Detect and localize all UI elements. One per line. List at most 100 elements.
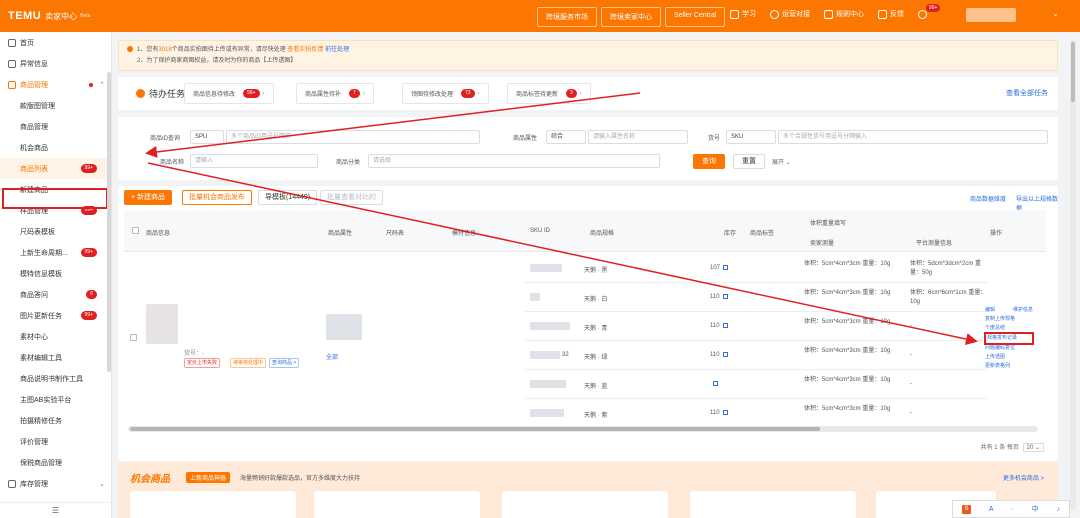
- scrollbar-thumb[interactable]: [1071, 42, 1075, 102]
- nav-ops-contact[interactable]: 运营对接: [770, 9, 810, 19]
- ime-item[interactable]: ♪: [1057, 506, 1061, 513]
- template-button[interactable]: 导模板(14449): [258, 190, 318, 205]
- maintain-info-link[interactable]: 维护信息: [1013, 306, 1033, 313]
- user-account[interactable]: [966, 8, 1016, 22]
- nav-learn[interactable]: 学习: [730, 9, 756, 19]
- edit-link[interactable]: 编辑: [985, 306, 995, 313]
- count-badge: 73: [461, 89, 475, 98]
- todo-card[interactable]: 商品信息待修改 99+ ›: [184, 83, 274, 104]
- sidebar-item-style-board[interactable]: 款版图管理: [0, 95, 111, 116]
- sidebar-group-inventory[interactable]: 库存管理 ⌄: [0, 473, 111, 494]
- todo-card[interactable]: 商品属性待补 7 ›: [296, 83, 374, 104]
- todo-card[interactable]: 商品标签待更新 3 ›: [507, 83, 591, 104]
- sidebar-item-goods-manage[interactable]: 商品管理: [0, 116, 111, 137]
- collapse-menu-button[interactable]: ☰: [0, 502, 111, 518]
- sidebar-group-goods[interactable]: 商品管理 ⌃: [0, 74, 111, 95]
- sidebar-item-retouch[interactable]: 拍摄精修任务: [0, 410, 111, 431]
- sku-stock[interactable]: 110: [710, 323, 728, 329]
- sku-spec: 天鹅 · 青: [584, 326, 608, 332]
- ime-item[interactable]: 中: [1032, 504, 1039, 514]
- nav-seller-central[interactable]: Seller Central: [665, 7, 726, 27]
- opportunity-card[interactable]: [502, 491, 668, 518]
- page-scrollbar[interactable]: [1070, 40, 1076, 510]
- attr-select[interactable]: 综合: [546, 130, 586, 144]
- sidebar-item-material-center[interactable]: 素材中心: [0, 326, 111, 347]
- batch-compare-button[interactable]: 批量查看对比的: [320, 190, 383, 205]
- nav-cross-border-seller[interactable]: 跨境卖家中心: [601, 7, 661, 27]
- product-image[interactable]: [146, 304, 178, 344]
- sku-select[interactable]: SKU: [726, 130, 776, 144]
- sidebar-item-model-template[interactable]: 模特信息模板: [0, 263, 111, 284]
- temu-logo[interactable]: TEMU: [8, 10, 41, 22]
- view-all-tasks-link[interactable]: 查看全部任务: [1006, 88, 1048, 98]
- table-row: 天鹅 · 蓝 体积：5cm*4cm*3cm 重量：10g -: [524, 370, 988, 399]
- edit-icon: [723, 265, 729, 270]
- query-button[interactable]: 查询: [693, 154, 725, 169]
- sidebar-item-material-editor[interactable]: 素材编辑工具: [0, 347, 111, 368]
- row-checkbox[interactable]: [130, 334, 137, 341]
- select-all-checkbox[interactable]: [132, 227, 139, 234]
- sidebar-item-bonded[interactable]: 保税商品管理: [0, 452, 111, 473]
- nav-rules-center[interactable]: 规则中心: [824, 9, 864, 19]
- th-spec: 商品规格: [590, 231, 615, 237]
- sku-stock[interactable]: 107: [710, 265, 729, 271]
- category-select[interactable]: 请选择: [368, 154, 660, 168]
- sidebar-item-manual-tool[interactable]: 商品说明书制作工具: [0, 368, 111, 389]
- sku-stock[interactable]: [710, 381, 718, 387]
- view-feedback-link[interactable]: 查看实拍反馈: [287, 47, 323, 53]
- query-goods-link[interactable]: 查询商品 >: [269, 358, 300, 368]
- sidebar-item-lifecycle[interactable]: 上新生命周期... 99+: [0, 242, 111, 263]
- sidebar-item-image-update[interactable]: 图片更新任务 99+: [0, 305, 111, 326]
- table-header: 商品信息 商品属性 尺码表 模特信息 SKU ID 商品规格 库存 商品标签 体…: [124, 210, 1046, 252]
- scrollbar-thumb[interactable]: [130, 427, 820, 431]
- sku-input[interactable]: 多个合规性货号用逗号分隔输入: [778, 130, 1048, 144]
- attr-all-link[interactable]: 全部: [326, 352, 338, 361]
- new-goods-button[interactable]: + 新建商品: [124, 190, 173, 205]
- attr-input[interactable]: 请输入属性名称: [588, 130, 688, 144]
- sku-stock[interactable]: 110: [710, 294, 728, 300]
- sidebar-item-opportunity[interactable]: 机会商品: [0, 137, 111, 158]
- opportunity-card[interactable]: [314, 491, 480, 518]
- goods-name-input[interactable]: 请输入: [190, 154, 318, 168]
- sidebar-item-ab-test[interactable]: 主图AB实验平台: [0, 389, 111, 410]
- nav-feedback[interactable]: 反馈: [878, 9, 904, 19]
- copy-upload-link[interactable]: 复制上传规格: [985, 315, 1015, 322]
- bell-icon: [918, 9, 927, 19]
- chevron-down-icon[interactable]: ⌄: [1052, 9, 1059, 18]
- data-dimension-link[interactable]: 商品数据维度: [970, 194, 1006, 203]
- count-badge: 3: [566, 89, 577, 98]
- th-stock: 库存: [724, 231, 737, 237]
- summary-link[interactable]: 个度总结: [985, 324, 1005, 331]
- sidebar-group-home[interactable]: 首页: [0, 32, 111, 53]
- update-columns-link[interactable]: 更新表格列: [985, 362, 1010, 369]
- spu-select[interactable]: SPU: [190, 130, 224, 144]
- reset-code-link[interactable]: 问题编码复位: [985, 344, 1015, 351]
- sidebar-item-goods-list[interactable]: 商品列表 99+: [0, 158, 111, 179]
- sidebar-item-reviews[interactable]: 评价管理: [0, 431, 111, 452]
- opportunity-publish-button[interactable]: 批量机会商品发布: [182, 190, 252, 205]
- table-horizontal-scrollbar[interactable]: [128, 426, 1038, 432]
- reset-button[interactable]: 重置: [733, 154, 765, 169]
- notification-bell[interactable]: 99+: [918, 3, 941, 19]
- sidebar-item-size-chart[interactable]: 尺码表模板: [0, 221, 111, 242]
- sku-spec: 天鹅 · 白: [584, 297, 608, 303]
- ime-item[interactable]: ·: [1011, 506, 1013, 513]
- sidebar-group-alerts[interactable]: 异常信息: [0, 53, 111, 74]
- todo-card[interactable]: 领图待修改处理 73 ›: [402, 83, 489, 104]
- upload-image-link[interactable]: 上传透图: [985, 353, 1005, 360]
- expand-button[interactable]: 展开 ⌄: [772, 157, 791, 166]
- sidebar-scrollbar[interactable]: [107, 72, 111, 372]
- opportunity-card[interactable]: [690, 491, 856, 518]
- page-size-select[interactable]: 20 ⌄: [1022, 443, 1044, 452]
- bell-badge: 99+: [926, 3, 941, 12]
- sku-stock[interactable]: 110: [710, 410, 728, 416]
- more-opportunity-link[interactable]: 更多机会商品 >: [1003, 473, 1044, 482]
- sidebar-item-qa[interactable]: 商品答问 6: [0, 284, 111, 305]
- ime-item[interactable]: A: [989, 506, 994, 513]
- spu-input[interactable]: 多个商品ID用逗号隔开: [226, 130, 480, 144]
- nav-service-market[interactable]: 跨境服务市场: [537, 7, 597, 27]
- highlight-box-spec-record: [984, 332, 1034, 345]
- opportunity-card[interactable]: [130, 491, 296, 518]
- go-handle-link[interactable]: 前往处理: [325, 47, 349, 53]
- sku-stock[interactable]: 110: [710, 352, 728, 358]
